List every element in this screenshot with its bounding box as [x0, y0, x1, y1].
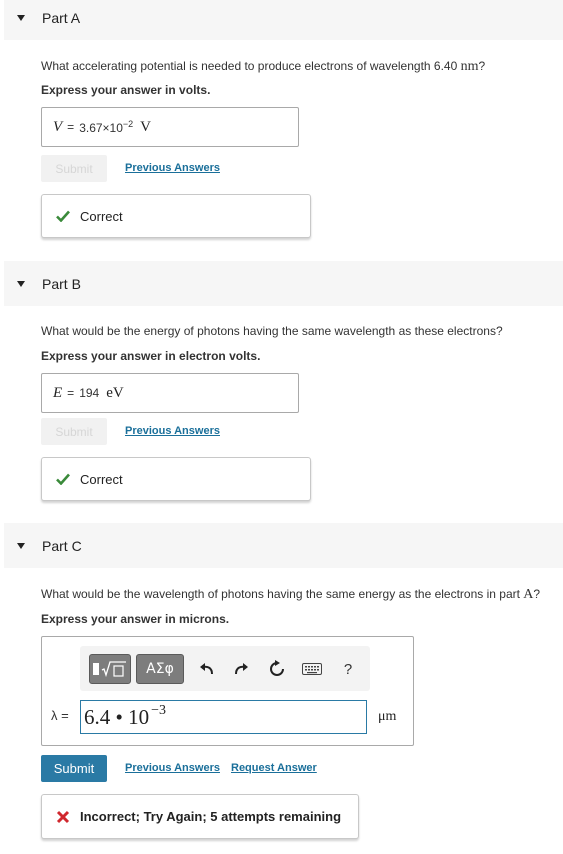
feedback-text: Correct — [80, 208, 123, 224]
check-icon — [56, 210, 70, 222]
part-a-previous-answers-link[interactable]: Previous Answers — [125, 162, 220, 174]
math-toolbar: ΑΣφ ? — [80, 646, 370, 691]
part-c-submit-button[interactable]: Submit — [41, 755, 107, 782]
part-b-title: Part B — [42, 275, 81, 292]
part-b-question: What would be the energy of photons havi… — [41, 324, 503, 338]
answer-variable: V — [53, 118, 63, 135]
caret-down-icon — [17, 14, 25, 21]
answer-unit: eV — [106, 384, 124, 401]
templates-button[interactable] — [89, 654, 131, 684]
redo-button[interactable] — [226, 654, 256, 684]
caret-down-icon — [17, 542, 25, 549]
templates-icon — [93, 661, 126, 678]
part-a-answer-box: V = 3.67×10−2 V — [41, 107, 299, 147]
part-a-question: What accelerating potential is needed to… — [41, 59, 486, 74]
undo-icon — [200, 663, 213, 675]
part-a-title: Part A — [42, 9, 81, 26]
answer-value: 194 — [79, 386, 100, 400]
variable-label: λ = — [51, 708, 69, 723]
part-c-header[interactable]: Part C — [4, 523, 563, 568]
caret-down-icon — [17, 280, 25, 287]
part-c-title: Part C — [42, 537, 82, 554]
part-c-question: What would be the wavelength of photons … — [41, 587, 541, 602]
feedback-text: Incorrect; Try Again; 5 attempts remaini… — [80, 809, 342, 824]
answer-value: 3.67×10−2 — [79, 119, 134, 135]
keyboard-button[interactable] — [297, 654, 327, 684]
answer-input[interactable]: 6.4 • 10 −3 — [80, 700, 367, 734]
part-b-feedback: Correct — [41, 457, 311, 501]
reset-button[interactable] — [262, 654, 292, 684]
answer-variable: E — [53, 384, 63, 401]
part-b-header[interactable]: Part B — [4, 261, 563, 306]
part-a-submit-button[interactable]: Submit — [41, 155, 107, 182]
request-answer-link[interactable]: Request Answer — [231, 762, 317, 774]
part-a-feedback: Correct — [41, 194, 311, 238]
keyboard-icon — [302, 663, 322, 675]
part-b-instruction: Express your answer in electron volts. — [41, 349, 261, 363]
answer-unit: V — [140, 118, 152, 135]
part-a-header[interactable]: Part A — [4, 0, 563, 40]
part-a-instruction: Express your answer in volts. — [41, 83, 211, 97]
equals-sign: = — [67, 386, 75, 400]
x-icon — [56, 810, 70, 823]
redo-icon — [235, 663, 248, 675]
part-c-instruction: Express your answer in microns. — [41, 612, 230, 626]
greek-symbols-button[interactable]: ΑΣφ — [136, 654, 184, 684]
part-b-previous-answers-link[interactable]: Previous Answers — [125, 425, 220, 437]
part-b-answer-box: E = 194 eV — [41, 373, 299, 413]
part-c-feedback: Incorrect; Try Again; 5 attempts remaini… — [41, 794, 359, 839]
undo-button[interactable] — [192, 654, 222, 684]
feedback-text: Correct — [80, 471, 123, 487]
help-button[interactable]: ? — [333, 654, 363, 684]
part-b-submit-button[interactable]: Submit — [41, 418, 107, 445]
equals-sign: = — [67, 120, 75, 134]
reset-icon — [270, 660, 284, 676]
check-icon — [56, 473, 70, 485]
unit-label: μm — [378, 709, 397, 724]
part-c-previous-answers-link[interactable]: Previous Answers — [125, 762, 220, 774]
